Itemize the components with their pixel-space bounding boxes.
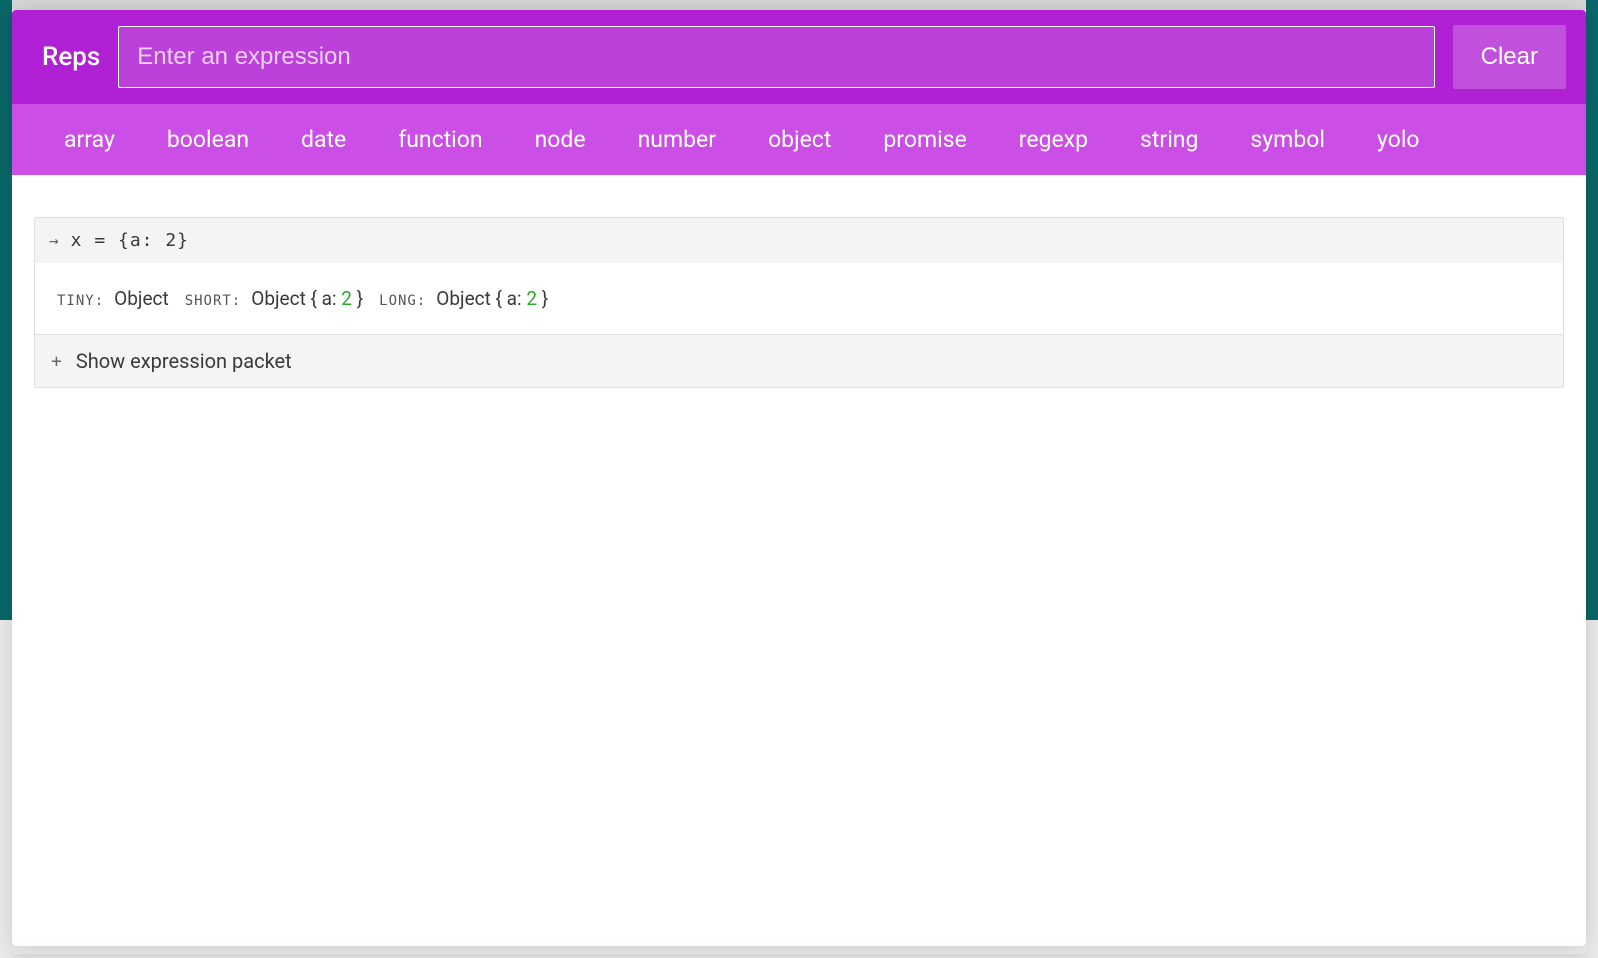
show-packet-label: Show expression packet — [76, 349, 292, 373]
long-number: 2 — [526, 287, 537, 310]
tab-boolean[interactable]: boolean — [167, 126, 249, 153]
bottom-shadow — [12, 946, 1586, 954]
tab-function[interactable]: function — [398, 126, 482, 153]
top-window-chrome — [12, 0, 1586, 10]
long-label: long: — [379, 293, 426, 309]
tiny-label: tiny: — [57, 293, 104, 309]
long-suffix: } — [537, 287, 548, 310]
left-window-frame — [0, 0, 12, 620]
show-packet-toggle[interactable]: + Show expression packet — [35, 334, 1563, 387]
tab-promise[interactable]: promise — [883, 126, 966, 153]
expression-input[interactable] — [118, 26, 1434, 88]
expression-result-box: → x = {a: 2} tiny: Object short: Object … — [34, 217, 1564, 388]
tab-date[interactable]: date — [301, 126, 346, 153]
app-container: Reps Clear array boolean date function n… — [12, 10, 1586, 946]
short-suffix: } — [352, 287, 363, 310]
tab-yolo[interactable]: yolo — [1377, 126, 1420, 153]
app-title: Reps — [42, 42, 100, 72]
short-label: short: — [185, 293, 242, 309]
tab-node[interactable]: node — [535, 126, 586, 153]
expression-header: → x = {a: 2} — [35, 218, 1563, 263]
short-prefix: Object { a: — [251, 287, 341, 310]
long-value: Object { a: 2 } — [436, 287, 548, 310]
long-prefix: Object { a: — [436, 287, 526, 310]
plus-icon: + — [51, 351, 62, 372]
tab-string[interactable]: string — [1140, 126, 1198, 153]
tab-array[interactable]: array — [64, 126, 115, 153]
type-tab-bar: array boolean date function node number … — [12, 104, 1586, 175]
right-window-frame — [1586, 0, 1598, 620]
clear-button[interactable]: Clear — [1453, 25, 1566, 89]
input-arrow-icon: → — [49, 231, 59, 250]
tab-symbol[interactable]: symbol — [1250, 126, 1325, 153]
representation-row: tiny: Object short: Object { a: 2 } long… — [35, 263, 1563, 334]
tiny-value: Object — [114, 287, 169, 310]
tab-object[interactable]: object — [768, 126, 831, 153]
content-area: → x = {a: 2} tiny: Object short: Object … — [12, 175, 1586, 946]
tab-number[interactable]: number — [638, 126, 716, 153]
tab-regexp[interactable]: regexp — [1019, 126, 1088, 153]
expression-code: x = {a: 2} — [71, 230, 189, 251]
short-number: 2 — [341, 287, 352, 310]
short-value: Object { a: 2 } — [251, 287, 363, 310]
header-bar: Reps Clear — [12, 10, 1586, 104]
